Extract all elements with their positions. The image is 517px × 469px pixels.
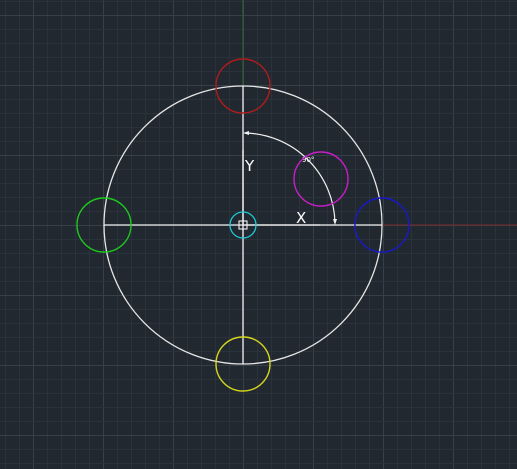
ucs-x-label: X [296,209,306,227]
grid [0,0,517,469]
arc-arrow-end-icon [333,219,337,225]
angle-arc[interactable] [244,132,336,224]
drawing-viewport[interactable]: 90° Y X [0,0,517,469]
angle-dimension-text: 90° [302,156,314,164]
drawing-canvas[interactable]: 90° Y X [0,0,517,469]
ucs-y-label: Y [244,157,255,175]
